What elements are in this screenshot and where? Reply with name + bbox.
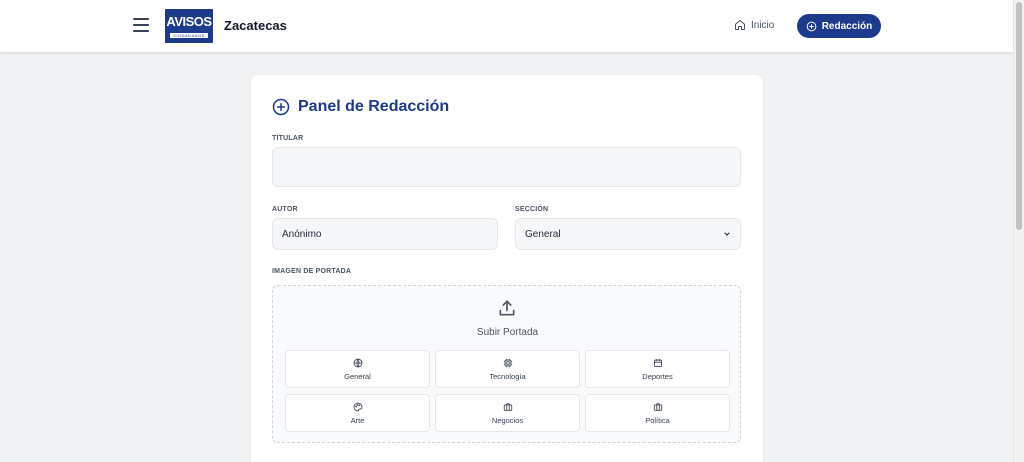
top-header: AVISOS CIUDADANOS Zacatecas Inicio Redac… — [0, 0, 1013, 52]
headline-input[interactable] — [272, 147, 741, 187]
author-label: AUTOR — [272, 206, 298, 213]
category-tile-general[interactable]: General — [285, 350, 430, 388]
headline-label: TITULAR — [272, 135, 304, 142]
panel-title-text: Panel de Redacción — [298, 98, 450, 115]
briefcase-icon — [653, 402, 662, 411]
chip-icon — [503, 358, 512, 367]
section-select[interactable]: General — [515, 218, 741, 250]
logo[interactable]: AVISOS CIUDADANOS — [165, 9, 213, 43]
category-tile-deportes[interactable]: Deportes — [585, 350, 730, 388]
author-input[interactable] — [272, 218, 498, 250]
page-scrollbar[interactable] — [1013, 0, 1024, 462]
scrollbar-thumb[interactable] — [1016, 2, 1022, 230]
logo-text: AVISOS — [166, 14, 212, 29]
briefcase-icon — [503, 402, 512, 411]
palette-icon — [353, 402, 362, 411]
category-tile-tecnologia[interactable]: Tecnología — [435, 350, 580, 388]
category-grid: General Tecnología Deportes Arte Negocio… — [285, 350, 731, 432]
category-tile-politica[interactable]: Política — [585, 394, 730, 432]
logo-subtext: CIUDADANOS — [170, 33, 208, 38]
section-label: SECCIÓN — [515, 206, 549, 213]
section-select-value: General — [525, 228, 561, 240]
category-label: Arte — [350, 415, 365, 425]
category-tile-negocios[interactable]: Negocios — [435, 394, 580, 432]
category-label: Negocios — [491, 415, 524, 425]
chevron-down-icon — [724, 232, 730, 236]
cover-dropzone[interactable]: Subir Portada General Tecnología Deporte… — [272, 285, 741, 443]
category-tile-arte[interactable]: Arte — [285, 394, 430, 432]
upload-icon[interactable] — [497, 298, 517, 318]
nav-home-label: Inicio — [751, 19, 775, 31]
category-label: Tecnología — [489, 371, 526, 381]
category-label: Deportes — [642, 371, 673, 381]
menu-icon[interactable] — [133, 18, 149, 32]
brand-name: Zacatecas — [224, 18, 287, 33]
viewport: AVISOS CIUDADANOS Zacatecas Inicio Redac… — [0, 0, 1013, 462]
home-icon — [735, 20, 745, 30]
calendar-icon — [653, 358, 662, 367]
nav-redaccion-label: Redacción — [821, 20, 873, 32]
category-label: General — [344, 371, 371, 381]
globe-icon — [353, 358, 362, 367]
cover-image-label: IMAGEN DE PORTADA — [272, 268, 352, 275]
plus-circle-icon — [806, 21, 817, 31]
panel-title: Panel de Redacción — [272, 98, 449, 116]
editor-panel: Panel de Redacción TITULAR AUTOR SECCIÓN… — [251, 75, 763, 462]
upload-cover-label[interactable]: Subir Portada — [273, 327, 742, 338]
nav-home-link[interactable]: Inicio — [734, 19, 774, 31]
plus-circle-icon — [272, 98, 290, 116]
category-label: Política — [645, 415, 670, 425]
nav-redaccion-button[interactable]: Redacción — [797, 14, 881, 38]
